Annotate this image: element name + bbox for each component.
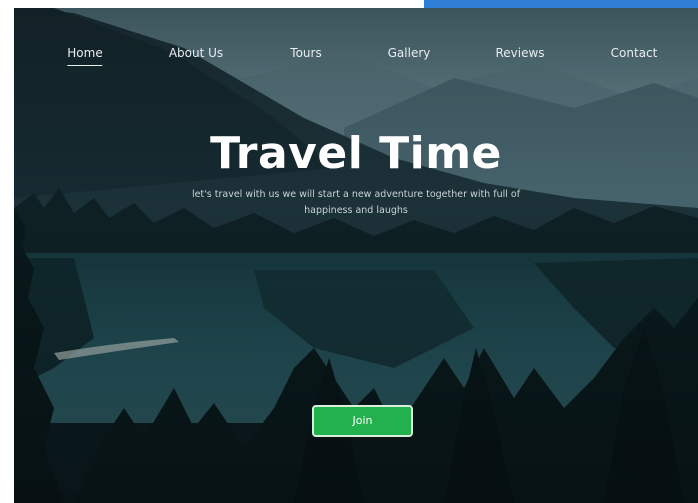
join-button[interactable]: Join — [312, 405, 413, 437]
nav-item-contact[interactable]: Contact — [611, 46, 658, 60]
nav-item-home[interactable]: Home — [67, 46, 104, 66]
page-frame: Home About Us Tours Gallery Reviews Cont… — [0, 0, 698, 503]
nav-item-about-us[interactable]: About Us — [169, 46, 223, 60]
nav-item-tours[interactable]: Tours — [290, 46, 321, 60]
hero-subtitle: let's travel with us we will start a new… — [191, 189, 521, 216]
top-accent-bar — [424, 0, 698, 8]
main-nav: Home About Us Tours Gallery Reviews Cont… — [14, 46, 698, 70]
nav-item-gallery[interactable]: Gallery — [388, 46, 431, 60]
hero-section: Home About Us Tours Gallery Reviews Cont… — [14, 8, 698, 503]
nav-item-reviews[interactable]: Reviews — [495, 46, 544, 60]
hero-title: Travel Time — [210, 128, 502, 179]
